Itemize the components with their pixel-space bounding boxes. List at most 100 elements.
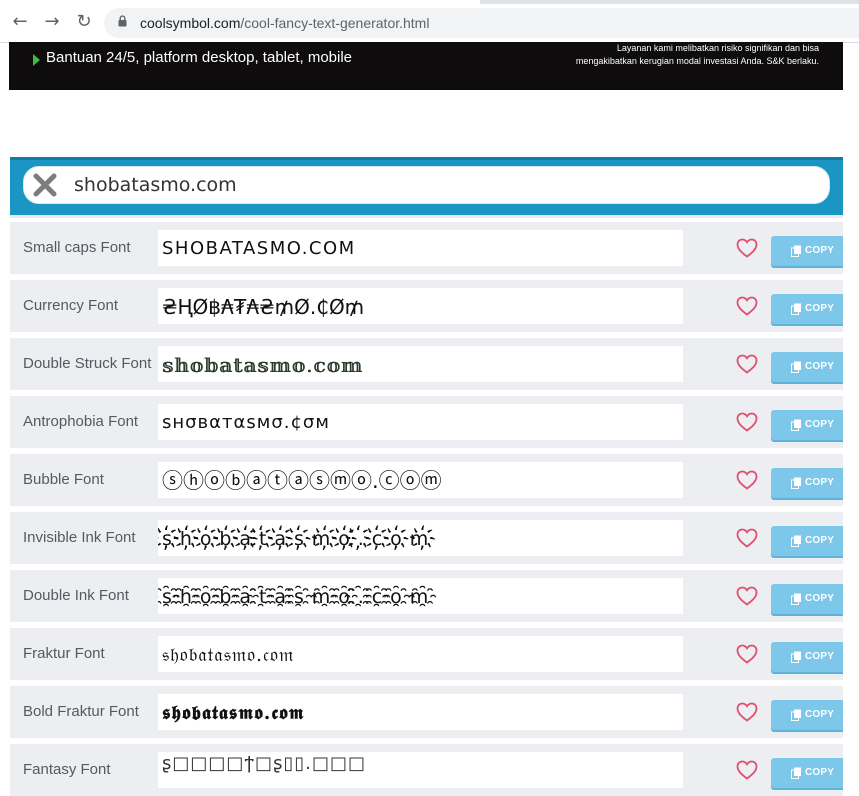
font-row: Double Ink Font s҈h҈o҈b҈a҈t҈a҈s҈m҈o҈.҈c҈…: [10, 570, 843, 622]
font-output-box[interactable]: 𝔰𝔥𝔬𝔟𝔞𝔱𝔞𝔰𝔪𝔬.𝔠𝔬𝔪: [158, 636, 683, 672]
copy-icon: [791, 303, 801, 315]
copy-button[interactable]: COPY: [771, 236, 843, 266]
forward-button-icon[interactable]: →: [42, 12, 62, 32]
font-output-text[interactable]: 𝔰𝔥𝔬𝔟𝔞𝔱𝔞𝔰𝔪𝔬.𝔠𝔬𝔪: [162, 644, 294, 666]
font-output-text[interactable]: 𝕤𝕙𝕠𝕓𝕒𝕥𝕒𝕤𝕞𝕠.𝕔𝕠𝕞: [162, 354, 363, 376]
url-domain: coolsymbol.com: [140, 15, 241, 31]
font-row: Fraktur Font 𝔰𝔥𝔬𝔟𝔞𝔱𝔞𝔰𝔪𝔬.𝔠𝔬𝔪 COPY: [10, 628, 843, 680]
font-row: Small caps Font SHOBATASMO.COM COPY: [10, 222, 843, 274]
copy-button[interactable]: COPY: [771, 294, 843, 324]
heart-icon[interactable]: [736, 296, 758, 316]
ad-disclaimer-line2: mengakibatkan kerugian modal investasi A…: [575, 56, 819, 66]
lock-icon[interactable]: [118, 15, 127, 27]
font-name-label: Bubble Font: [23, 471, 104, 488]
font-output-text[interactable]: ѕнσвαтαѕмσ.¢σм: [162, 412, 330, 434]
heart-icon[interactable]: [736, 644, 758, 664]
font-output-box[interactable]: 𝕤𝕙𝕠𝕓𝕒𝕥𝕒𝕤𝕞𝕠.𝕔𝕠𝕞: [158, 346, 683, 382]
back-button-icon[interactable]: ←: [10, 12, 30, 32]
font-row: Antrophobia Font ѕнσвαтαѕмσ.¢σм COPY: [10, 396, 843, 448]
font-name-label: Small caps Font: [23, 239, 131, 256]
font-name-label: Fantasy Font: [23, 761, 111, 778]
copy-icon: [791, 419, 801, 431]
copy-icon: [791, 767, 801, 779]
ad-disclaimer-line1: Layanan kami melibatkan risiko signifika…: [616, 43, 819, 53]
url-path: /cool-fancy-text-generator.html: [240, 15, 430, 31]
copy-button[interactable]: COPY: [771, 468, 843, 498]
copy-icon: [791, 709, 801, 721]
copy-icon: [791, 477, 801, 489]
copy-button[interactable]: COPY: [771, 700, 843, 730]
copy-label: COPY: [805, 767, 835, 778]
copy-button[interactable]: COPY: [771, 410, 843, 440]
heart-icon[interactable]: [736, 760, 758, 780]
heart-icon[interactable]: [736, 238, 758, 258]
heart-icon[interactable]: [736, 586, 758, 606]
ad-headline: Bantuan 24/5, platform desktop, tablet, …: [46, 49, 353, 66]
copy-icon: [791, 361, 801, 373]
search-panel: [10, 157, 843, 215]
copy-icon: [791, 651, 801, 663]
address-url[interactable]: coolsymbol.com/cool-fancy-text-generator…: [140, 14, 429, 32]
font-output-box[interactable]: ʂ□□□□ϯ□ʂ▯▯.□□□: [158, 752, 683, 788]
font-row: Fantasy Font ʂ□□□□ϯ□ʂ▯▯.□□□ COPY: [10, 744, 843, 796]
heart-icon[interactable]: [736, 702, 758, 722]
font-output-box[interactable]: SHOBATASMO.COM: [158, 230, 683, 266]
heart-icon[interactable]: [736, 354, 758, 374]
copy-icon: [791, 593, 801, 605]
browser-toolbar: ← → ↻ coolsymbol.com/cool-fancy-text-gen…: [0, 0, 859, 43]
heart-icon[interactable]: [736, 470, 758, 490]
font-output-text[interactable]: SHOBATASMO.COM: [162, 238, 356, 260]
heart-icon[interactable]: [736, 412, 758, 432]
font-row: Double Struck Font 𝕤𝕙𝕠𝕓𝕒𝕥𝕒𝕤𝕞𝕠.𝕔𝕠𝕞 COPY: [10, 338, 843, 390]
copy-label: COPY: [805, 419, 835, 430]
font-output-text[interactable]: s҈h҈o҈b҈a҈t҈a҈s҈m҈o҈.҈c҈o҈m҈: [162, 586, 436, 608]
font-row: Bold Fraktur Font 𝖘𝖍𝖔𝖇𝖆𝖙𝖆𝖘𝖒𝖔.𝖈𝖔𝖒 COPY: [10, 686, 843, 738]
copy-button[interactable]: COPY: [771, 526, 843, 556]
search-input[interactable]: [74, 173, 774, 197]
copy-button[interactable]: COPY: [771, 642, 843, 672]
font-name-label: Invisible Ink Font: [23, 529, 136, 546]
copy-label: COPY: [805, 535, 835, 546]
copy-label: COPY: [805, 245, 835, 256]
ad-banner[interactable]: Bantuan 24/5, platform desktop, tablet, …: [9, 42, 843, 90]
copy-button[interactable]: COPY: [771, 758, 843, 788]
font-output-box[interactable]: ⓢⓗⓞⓑⓐⓣⓐⓢⓜⓞ.ⓒⓞⓜ: [158, 462, 683, 498]
font-name-label: Antrophobia Font: [23, 413, 139, 430]
font-output-box[interactable]: ѕнσвαтαѕмσ.¢σм: [158, 404, 683, 440]
font-output-text[interactable]: ₴ⱧØ฿₳₮₳₴₥Ø.₵Ø₥: [162, 296, 364, 318]
copy-label: COPY: [805, 303, 835, 314]
copy-label: COPY: [805, 651, 835, 662]
font-output-box[interactable]: ₴ⱧØ฿₳₮₳₴₥Ø.₵Ø₥: [158, 288, 683, 324]
font-name-label: Double Ink Font: [23, 587, 129, 604]
tab-strip: [0, 0, 859, 4]
copy-label: COPY: [805, 361, 835, 372]
clear-x-icon[interactable]: [32, 172, 58, 198]
ad-disclaimer: Layanan kami melibatkan risiko signifika…: [499, 42, 819, 68]
heart-icon[interactable]: [736, 528, 758, 548]
font-row: Bubble Font ⓢⓗⓞⓑⓐⓣⓐⓢⓜⓞ.ⓒⓞⓜ COPY: [10, 454, 843, 506]
copy-icon: [791, 245, 801, 257]
font-output-box[interactable]: s҈h҈o҈b҈a҈t҈a҈s҈m҈o҈.҈c҈o҈m҈: [158, 578, 683, 614]
font-row: Currency Font ₴ⱧØ฿₳₮₳₴₥Ø.₵Ø₥ COPY: [10, 280, 843, 332]
reload-button-icon[interactable]: ↻: [74, 12, 94, 32]
font-name-label: Bold Fraktur Font: [23, 703, 139, 720]
font-output-box[interactable]: 𝖘𝖍𝖔𝖇𝖆𝖙𝖆𝖘𝖒𝖔.𝖈𝖔𝖒: [158, 694, 683, 730]
search-box: [23, 166, 830, 204]
copy-label: COPY: [805, 477, 835, 488]
font-output-box[interactable]: s҉h҉o҉b҉a҉t҉a҉s҉m҉o҉.҉c҉o҉m҉: [158, 520, 683, 556]
font-name-label: Currency Font: [23, 297, 119, 314]
font-output-text[interactable]: 𝖘𝖍𝖔𝖇𝖆𝖙𝖆𝖘𝖒𝖔.𝖈𝖔𝖒: [162, 702, 305, 724]
font-output-text[interactable]: s҉h҉o҉b҉a҉t҉a҉s҉m҉o҉.҉c҉o҉m҉: [162, 528, 436, 550]
font-output-text[interactable]: ʂ□□□□ϯ□ʂ▯▯.□□□: [162, 753, 366, 775]
active-tab[interactable]: [0, 0, 480, 4]
copy-label: COPY: [805, 593, 835, 604]
copy-label: COPY: [805, 709, 835, 720]
divider: [10, 215, 843, 218]
copy-button[interactable]: COPY: [771, 584, 843, 614]
copy-button[interactable]: COPY: [771, 352, 843, 382]
font-output-text[interactable]: ⓢⓗⓞⓑⓐⓣⓐⓢⓜⓞ.ⓒⓞⓜ: [162, 470, 442, 492]
font-name-label: Fraktur Font: [23, 645, 105, 662]
font-name-label: Double Struck Font: [23, 355, 152, 372]
copy-icon: [791, 535, 801, 547]
font-row: Invisible Ink Font s҉h҉o҉b҉a҉t҉a҉s҉m҉o҉.…: [10, 512, 843, 564]
